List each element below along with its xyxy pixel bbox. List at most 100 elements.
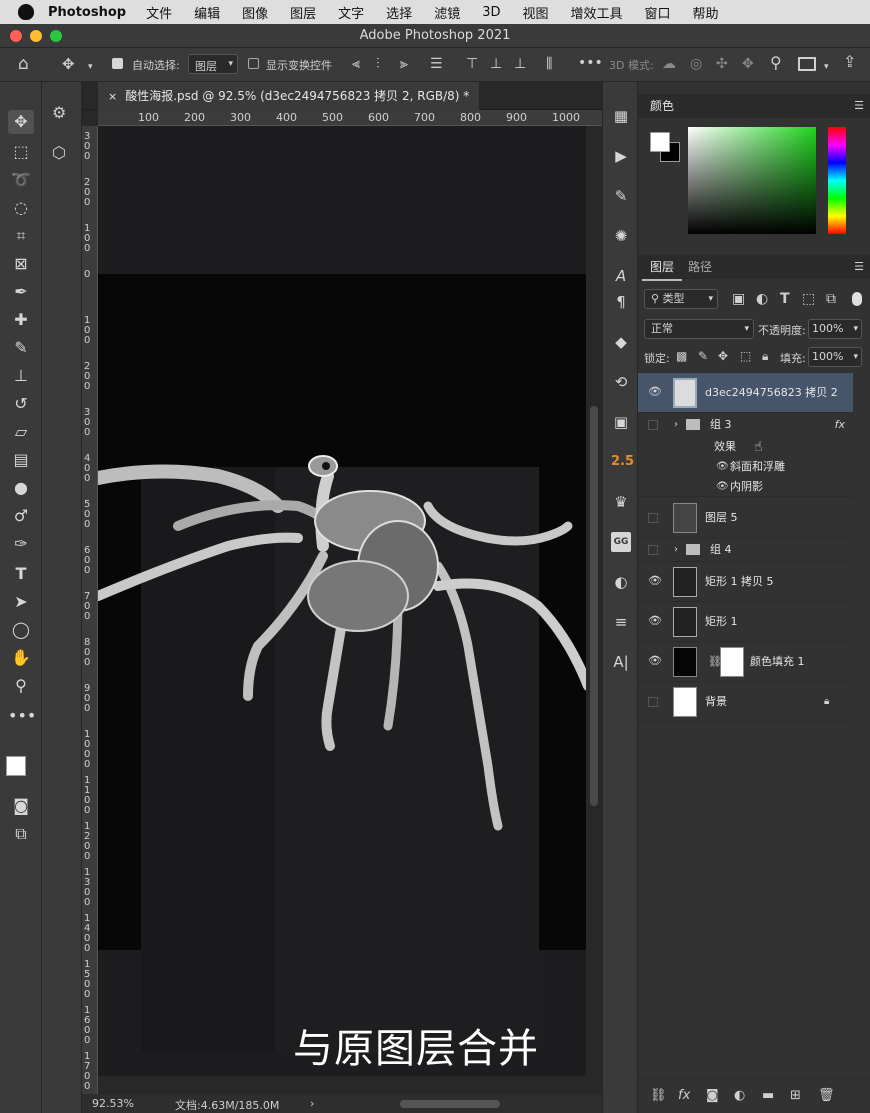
lock-position-icon[interactable]: ✥ <box>718 349 728 363</box>
add-mask-icon[interactable]: ◙ <box>706 1088 719 1103</box>
layer-name[interactable]: 颜色填充 1 <box>750 642 805 682</box>
zoom-tool-icon[interactable]: ⚲ <box>8 674 34 698</box>
app-menu[interactable]: Photoshop <box>48 5 126 20</box>
visibility-toggle[interactable] <box>648 513 658 523</box>
zoom-indicator[interactable]: 2.5 <box>611 452 634 472</box>
panel-menu-icon[interactable]: ☰ <box>854 255 864 279</box>
menu-edit[interactable]: 编辑 <box>194 3 220 22</box>
align-middle-icon[interactable]: ⊥ <box>490 57 502 71</box>
menu-layer[interactable]: 图层 <box>290 3 316 22</box>
layer-name[interactable]: d3ec2494756823 拷贝 2 <box>705 373 838 413</box>
menu-filter[interactable]: 滤镜 <box>434 3 460 22</box>
layer-row[interactable]: 背景 🔒︎ <box>638 682 853 722</box>
history-icon[interactable]: ⟲ <box>611 372 631 392</box>
table-icon[interactable]: ▦ <box>611 106 631 126</box>
menu-select[interactable]: 选择 <box>386 3 412 22</box>
share-icon[interactable]: ⇪ <box>843 54 856 70</box>
gg-icon[interactable]: GG <box>611 532 631 552</box>
visibility-toggle[interactable] <box>648 697 658 707</box>
typography-icon[interactable]: A| <box>611 652 631 672</box>
move-tool-icon[interactable]: ✥ <box>8 110 34 134</box>
3d-roll-icon[interactable]: ◎ <box>690 57 702 71</box>
filter-pixel-icon[interactable]: ▣ <box>732 292 745 306</box>
marquee-tool-icon[interactable]: ⬚ <box>8 140 34 164</box>
panel-menu-icon[interactable]: ☰ <box>854 94 864 118</box>
path-select-icon[interactable]: ➤ <box>8 590 34 614</box>
vertical-scrollbar[interactable] <box>586 126 602 1076</box>
pen-tool-icon[interactable]: ✑ <box>8 532 34 556</box>
layer-effect-row[interactable]: 👁︎ 内阴影 <box>638 477 853 497</box>
screen-mode-icon[interactable]: ⧉ <box>8 822 34 846</box>
paragraph-icon[interactable]: ¶ <box>611 292 631 312</box>
align-right-icon[interactable]: ⫸ <box>400 57 408 71</box>
distribute-vertical-icon[interactable]: ⫼ <box>546 57 552 71</box>
lock-transparent-icon[interactable]: ▩ <box>676 349 687 363</box>
menu-plugins[interactable]: 增效工具 <box>571 3 623 22</box>
opacity-field[interactable]: 100% ▾ <box>808 319 862 339</box>
character-icon[interactable]: A <box>611 266 631 286</box>
ellipse-tool-icon[interactable]: ◯ <box>8 618 34 642</box>
fill-field[interactable]: 100% ▾ <box>808 347 862 367</box>
layer-row-group[interactable]: › 组 4 <box>638 538 853 562</box>
horizontal-scrollbar-thumb[interactable] <box>400 1100 500 1108</box>
dodge-tool-icon[interactable]: ♂ <box>8 504 34 528</box>
blend-mode-dropdown[interactable]: 正常 ▾ <box>644 319 754 339</box>
healing-tool-icon[interactable]: ✚ <box>8 308 34 332</box>
align-top-icon[interactable]: ⊤ <box>466 57 478 71</box>
lasso-tool-icon[interactable]: ➰ <box>8 168 34 192</box>
eye-icon[interactable]: 👁︎ <box>648 655 662 666</box>
new-group-icon[interactable]: ▬ <box>762 1088 774 1103</box>
lock-image-icon[interactable]: ✎ <box>698 349 708 363</box>
3d-cube-icon[interactable]: ⬡ <box>52 145 66 161</box>
fx-icon[interactable]: fx <box>678 1088 690 1103</box>
chevron-right-icon[interactable]: › <box>674 538 678 562</box>
history-brush-icon[interactable]: ↺ <box>8 392 34 416</box>
layer-name[interactable]: 背景 <box>705 682 727 722</box>
trash-icon[interactable]: 🗑︎ <box>818 1088 835 1103</box>
distribute-icon[interactable]: ☰ <box>430 57 443 71</box>
menu-image[interactable]: 图像 <box>242 3 268 22</box>
hand-tool-icon[interactable]: ✋ <box>8 646 34 670</box>
crop-tool-icon[interactable]: ⌗ <box>8 224 34 248</box>
tab-color[interactable]: 颜色 <box>642 94 682 118</box>
zoom-level[interactable]: 92.53% <box>92 1097 134 1110</box>
visibility-toggle[interactable] <box>648 545 658 555</box>
layer-effect-row[interactable]: 👁︎ 斜面和浮雕 <box>638 457 853 477</box>
sliders-icon[interactable]: ≡ <box>611 612 631 632</box>
layer-row[interactable]: 图层 5 <box>638 498 853 538</box>
new-layer-icon[interactable]: ⊞ <box>790 1088 801 1103</box>
properties-icon[interactable]: ⚙ <box>52 105 66 121</box>
tab-paths[interactable]: 路径 <box>680 255 720 279</box>
quick-select-tool-icon[interactable]: ◌ <box>8 196 34 220</box>
stamp-tool-icon[interactable]: ⊥ <box>8 364 34 388</box>
move-tool-icon[interactable]: ✥ <box>62 57 75 72</box>
glyphs-icon[interactable]: ▣ <box>611 412 631 432</box>
eye-icon[interactable]: 👁︎ <box>716 457 729 477</box>
align-bottom-icon[interactable]: ⊥ <box>514 57 526 71</box>
menu-type[interactable]: 文字 <box>338 3 364 22</box>
color-field[interactable] <box>688 127 816 234</box>
menu-view[interactable]: 视图 <box>522 3 548 22</box>
layer-row[interactable]: 👁︎ 矩形 1 <box>638 602 853 642</box>
color-foreground-swatch[interactable] <box>650 132 670 152</box>
layer-name[interactable]: 矩形 1 拷贝 5 <box>705 562 774 602</box>
menu-help[interactable]: 帮助 <box>693 3 719 22</box>
layer-effects-row[interactable]: 效果 ☝ <box>638 437 853 457</box>
apple-icon[interactable] <box>18 4 34 20</box>
type-tool-icon[interactable]: T <box>8 562 34 586</box>
adjustments-icon[interactable]: ◐ <box>611 572 631 592</box>
chevron-down-icon[interactable]: ▾ <box>824 60 829 74</box>
menu-file[interactable]: 文件 <box>146 3 172 22</box>
brush-settings-icon[interactable]: ✎ <box>611 186 631 206</box>
more-tools-icon[interactable]: ••• <box>8 704 36 728</box>
lock-all-icon[interactable]: 🔒︎ <box>762 349 768 363</box>
layer-filter-dropdown[interactable]: ⚲ 类型 ▾ <box>644 289 718 309</box>
effect-name[interactable]: 斜面和浮雕 <box>730 457 785 477</box>
layer-row[interactable]: 👁︎ ⛓ 颜色填充 1 <box>638 642 853 682</box>
layer-name[interactable]: 图层 5 <box>705 498 738 538</box>
menu-3d[interactable]: 3D <box>482 5 500 20</box>
scrollbar-thumb[interactable] <box>590 406 598 806</box>
layer-row-group[interactable]: › 组 3 fx <box>638 413 853 437</box>
brush-tool-icon[interactable]: ✎ <box>8 336 34 360</box>
auto-select-dropdown[interactable]: 图层 ▾ <box>188 54 238 74</box>
